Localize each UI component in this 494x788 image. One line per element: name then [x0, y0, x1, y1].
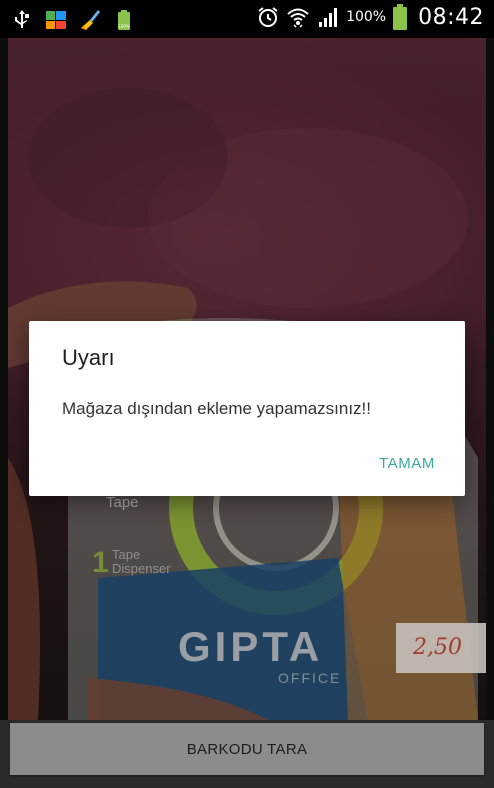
cleaner-broom-icon	[81, 10, 100, 30]
signal-icon	[319, 8, 338, 27]
wifi-icon	[287, 8, 309, 28]
photo-gallery-icon	[46, 11, 66, 29]
android-battery-icon: 100%	[118, 10, 130, 30]
status-bar-notifications: 100%	[10, 8, 136, 32]
status-bar-system: 100% 08:42	[256, 4, 484, 30]
alert-dialog: Uyarı Mağaza dışından ekleme yapamazsını…	[29, 321, 465, 496]
dialog-message: Mağaza dışından ekleme yapamazsınız!!	[62, 399, 371, 418]
alarm-icon	[258, 7, 278, 27]
bottom-bar: BARKODU TARA	[0, 720, 494, 788]
status-clock: 08:42	[418, 4, 484, 30]
svg-text:100%: 100%	[118, 24, 130, 29]
dialog-title: Uyarı	[62, 345, 115, 370]
dialog-ok-button[interactable]: TAMAM	[379, 455, 435, 472]
usb-icon	[15, 10, 29, 28]
screen: 100% 100% 08:42 Tape 1 Tape Dispenser GI…	[0, 0, 494, 788]
battery-percent: 100%	[346, 9, 387, 25]
battery-icon	[393, 4, 408, 30]
status-bar: 100% 100% 08:42	[0, 0, 494, 38]
scan-barcode-button[interactable]: BARKODU TARA	[10, 723, 484, 775]
